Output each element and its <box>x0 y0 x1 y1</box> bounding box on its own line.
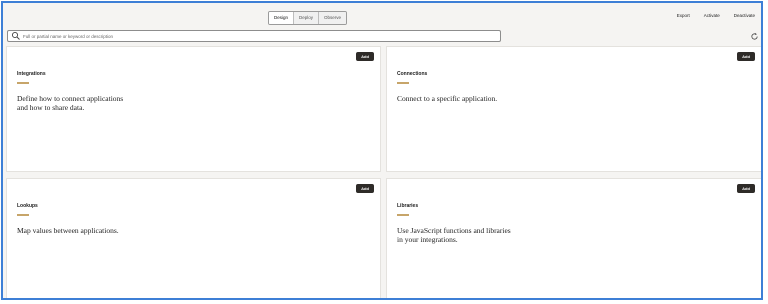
deactivate-button[interactable]: Deactivate <box>734 13 755 18</box>
mode-deploy-button[interactable]: Deploy <box>294 12 320 24</box>
card-description: Connect to a specific application. <box>397 94 498 103</box>
search-box <box>7 30 501 42</box>
add-library-button[interactable]: Add <box>737 184 755 193</box>
connections-card: Add Connections Connect to a specific ap… <box>386 46 761 172</box>
add-connection-button[interactable]: Add <box>737 52 755 61</box>
add-integration-button[interactable]: Add <box>356 52 374 61</box>
card-divider <box>17 82 29 84</box>
top-bar: Design Deploy Observe Export Activate De… <box>3 3 761 27</box>
refresh-icon[interactable] <box>750 32 759 41</box>
mode-design-button[interactable]: Design <box>269 12 295 24</box>
card-title: Lookups <box>17 203 38 209</box>
lookups-card: Add Lookups Map values between applicati… <box>6 178 381 298</box>
app-frame: Design Deploy Observe Export Activate De… <box>1 1 763 300</box>
card-divider <box>397 214 409 216</box>
search-input[interactable] <box>21 33 485 39</box>
libraries-card: Add Libraries Use JavaScript functions a… <box>386 178 761 298</box>
search-icon <box>11 31 20 40</box>
card-description: Map values between applications. <box>17 226 119 235</box>
top-actions: Export Activate Deactivate <box>677 13 755 18</box>
card-description: Use JavaScript functions and libraries i… <box>397 226 511 244</box>
card-title: Libraries <box>397 203 419 209</box>
card-title: Connections <box>397 71 428 77</box>
card-divider <box>17 214 29 216</box>
card-title: Integrations <box>17 71 46 77</box>
card-description: Define how to connect applications and h… <box>17 94 124 112</box>
activate-button[interactable]: Activate <box>704 13 720 18</box>
mode-switcher: Design Deploy Observe <box>268 11 348 25</box>
export-button[interactable]: Export <box>677 13 690 18</box>
integrations-card: Add Integrations Define how to connect a… <box>6 46 381 172</box>
mode-observe-button[interactable]: Observe <box>319 12 347 24</box>
add-lookup-button[interactable]: Add <box>356 184 374 193</box>
card-divider <box>397 82 409 84</box>
